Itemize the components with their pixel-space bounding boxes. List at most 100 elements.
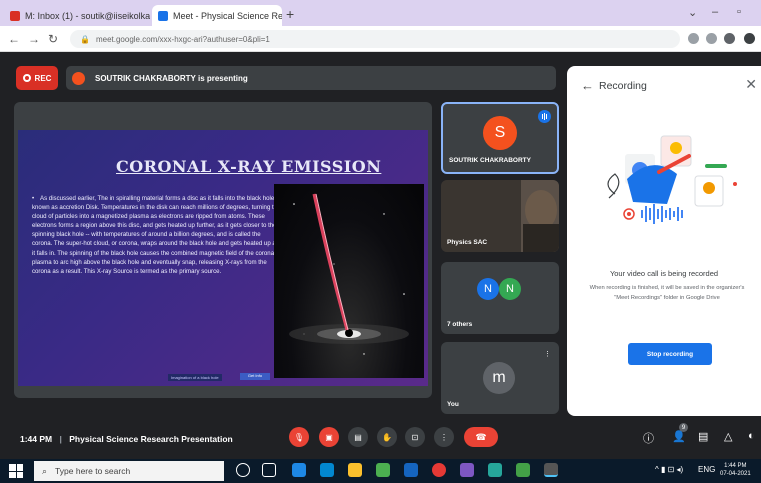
leave-call-button[interactable]: ☎: [464, 427, 498, 447]
participant-tile-others[interactable]: N N 7 others: [441, 262, 559, 334]
cortana-icon[interactable]: [236, 463, 250, 477]
avatar: m: [483, 362, 515, 394]
chevron-down-icon[interactable]: ⌄: [688, 6, 697, 19]
word-icon[interactable]: [404, 463, 418, 477]
slide-body: • As discussed earlier, The in spiralling…: [32, 194, 282, 276]
hand-icon: ✋: [382, 432, 392, 442]
panel-title: Recording: [599, 80, 647, 92]
system-clock[interactable]: 1:44 PM 07-04-2021: [720, 462, 751, 478]
info-icon[interactable]: ⓘ: [643, 430, 654, 446]
recording-description: When recording is finished, it will be s…: [589, 285, 745, 301]
excel-icon[interactable]: [516, 463, 530, 477]
recording-heading: Your video call is being recorded: [609, 269, 719, 278]
avatar: N: [499, 278, 521, 300]
chrome-icon[interactable]: [432, 463, 446, 477]
bullet-icon: •: [32, 195, 35, 202]
participant-tile-soutrik[interactable]: S SOUTRIK CHAKRABORTY: [441, 102, 559, 174]
presenter-avatar: [72, 71, 85, 85]
meet-icon: [158, 10, 168, 21]
tray-icons[interactable]: ^ ▮ ⊡ ◂): [655, 465, 683, 474]
shared-slide: CORONAL X-RAY EMISSION • As discussed ear…: [18, 130, 428, 386]
camera-off-button[interactable]: ▣: [319, 427, 339, 447]
captions-button[interactable]: ▤: [348, 427, 368, 447]
minimize-icon[interactable]: –: [712, 6, 718, 18]
meeting-title[interactable]: Physical Science Research Presentation: [69, 434, 232, 444]
divider: |: [59, 434, 62, 444]
participant-tile-physics-sac[interactable]: Physics SAC: [441, 180, 559, 252]
chat-icon[interactable]: ▤: [698, 430, 708, 443]
clock-time: 1:44 PM: [724, 463, 747, 469]
windows-taskbar: ⌕ Type here to search ^ ▮ ⊡ ◂) ENG 1:44 …: [0, 459, 761, 483]
app-icon[interactable]: [376, 463, 390, 477]
folder-icon[interactable]: [348, 463, 362, 477]
lock-icon[interactable]: ◐: [748, 430, 755, 442]
more-vert-icon: ⋮: [440, 432, 448, 442]
language-indicator[interactable]: ENG: [698, 465, 715, 474]
presenting-text: SOUTRIK CHAKRABORTY is presenting: [95, 73, 248, 83]
black-hole-illustration: [289, 193, 409, 355]
app-icon[interactable]: [488, 463, 502, 477]
task-view-icon[interactable]: [262, 463, 276, 477]
tab-meet[interactable]: Meet - Physical Science Res ×: [152, 5, 282, 26]
slide-body-text: As discussed earlier, The in spiralling …: [32, 195, 281, 275]
phone-hangup-icon: ☎: [475, 431, 487, 442]
maximize-icon[interactable]: ▫: [737, 6, 741, 18]
participant-name: You: [447, 401, 459, 408]
lock-icon: 🔒: [80, 34, 90, 44]
present-icon: ⊡: [411, 432, 419, 442]
mic-off-icon: 🎙: [293, 432, 305, 442]
menu-icon[interactable]: [744, 33, 755, 44]
activities-icon[interactable]: △: [724, 430, 732, 443]
recording-panel: ← Recording ✕ Your video call is being r…: [567, 66, 761, 416]
close-icon[interactable]: ✕: [745, 76, 757, 93]
participant-name: SOUTRIK CHAKRABORTY: [449, 157, 531, 164]
stop-recording-button[interactable]: Stop recording: [628, 343, 712, 365]
meeting-time: 1:44 PM: [20, 434, 53, 444]
participant-name: 7 others: [447, 321, 473, 328]
taskbar-search-input[interactable]: ⌕ Type here to search: [34, 461, 224, 481]
profile-avatar[interactable]: [724, 33, 735, 44]
app-icon[interactable]: [544, 463, 558, 477]
raise-hand-button[interactable]: ✋: [377, 427, 397, 447]
record-icon: [22, 74, 31, 82]
black-hole-image: [274, 184, 424, 378]
back-icon[interactable]: ←: [8, 32, 20, 46]
edge-icon[interactable]: [292, 463, 306, 477]
more-options-button[interactable]: ⋮: [434, 427, 454, 447]
url-text: meet.google.com/xxx-hxgc-ari?authuser=0&…: [95, 34, 270, 44]
search-icon: ⌕: [42, 465, 48, 476]
slide-title: CORONAL X-RAY EMISSION: [116, 157, 382, 176]
presenting-banner: SOUTRIK CHAKRABORTY is presenting: [66, 66, 556, 90]
mic-off-button[interactable]: 🎙: [289, 427, 309, 447]
clock-date: 07-04-2021: [720, 471, 751, 477]
app-icon[interactable]: [460, 463, 474, 477]
meeting-info: 1:44 PM | Physical Science Research Pres…: [20, 434, 233, 444]
rec-label: REC: [34, 73, 52, 83]
rec-badge: REC: [16, 66, 58, 90]
url-input[interactable]: 🔒 meet.google.com/xxx-hxgc-ari?authuser=…: [70, 30, 680, 48]
search-placeholder: Type here to search: [55, 466, 131, 476]
present-button[interactable]: ⊡: [405, 427, 425, 447]
avatar: N: [477, 278, 499, 300]
participant-tile-you[interactable]: m ⋮ You: [441, 342, 559, 414]
back-arrow-icon[interactable]: ←: [581, 78, 594, 93]
address-bar-row: ← → ↻ 🔒 meet.google.com/xxx-hxgc-ari?aut…: [0, 26, 761, 52]
screen: M: Inbox (1) - soutik@iiseikolkata.in × …: [0, 0, 761, 483]
extension-icon[interactable]: [706, 33, 717, 44]
tab-title: M: Inbox (1) - soutik@iiseikolkata.in: [25, 10, 150, 21]
reload-icon[interactable]: ↻: [48, 32, 58, 46]
store-icon[interactable]: [320, 463, 334, 477]
new-tab-icon[interactable]: +: [286, 6, 294, 22]
windows-start-icon[interactable]: [9, 464, 23, 478]
caption-button[interactable]: Get Info: [240, 373, 270, 380]
participant-name: Physics SAC: [447, 239, 488, 246]
extension-icon[interactable]: [688, 33, 699, 44]
participant-count-badge: 9: [679, 423, 688, 432]
caption-tag: Imagination of a black hole: [168, 374, 222, 381]
tab-title: Meet - Physical Science Res: [173, 10, 282, 21]
tab-gmail[interactable]: M: Inbox (1) - soutik@iiseikolkata.in ×: [4, 5, 150, 26]
forward-icon[interactable]: →: [28, 32, 40, 46]
more-options-icon[interactable]: ⋮: [544, 350, 551, 358]
recording-illustration: [607, 135, 737, 224]
camera-off-icon: ▣: [325, 432, 333, 442]
